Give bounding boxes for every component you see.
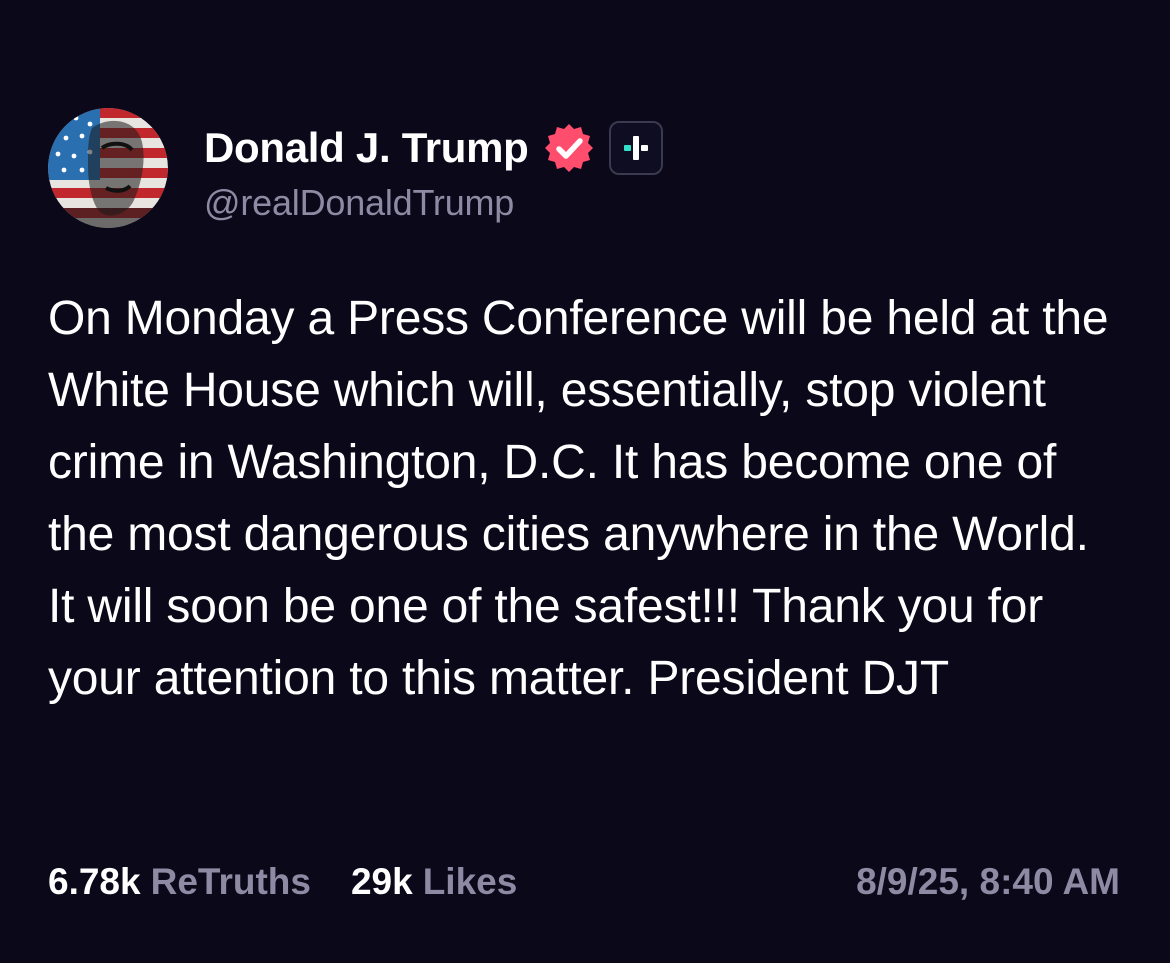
- retruths-stat[interactable]: 6.78k ReTruths: [48, 861, 311, 903]
- likes-count: 29k: [350, 861, 413, 902]
- avatar-image: [48, 108, 168, 228]
- truth-post: Donald J. Trump @realDonaldTrump On Mond…: [0, 0, 1170, 963]
- author-identity: Donald J. Trump @realDonaldTrump: [204, 120, 663, 224]
- post-header: Donald J. Trump @realDonaldTrump: [48, 108, 663, 232]
- likes-label: Likes: [422, 861, 518, 902]
- author-display-name[interactable]: Donald J. Trump: [204, 124, 529, 172]
- author-name-row: Donald J. Trump: [204, 120, 663, 176]
- post-stats: 6.78k ReTruths 29k Likes: [48, 858, 557, 906]
- verified-badge-icon: [543, 122, 595, 174]
- retruths-count: 6.78k: [48, 861, 141, 902]
- likes-stat[interactable]: 29k Likes: [351, 861, 517, 903]
- author-handle[interactable]: @realDonaldTrump: [204, 182, 663, 224]
- post-body-text: On Monday a Press Conference will be hel…: [48, 292, 1109, 705]
- retruths-label: ReTruths: [150, 861, 311, 902]
- post-timestamp: 8/9/25, 8:40 AM: [856, 861, 1120, 902]
- avatar[interactable]: [48, 108, 168, 228]
- follow-plus-icon[interactable]: [608, 121, 663, 175]
